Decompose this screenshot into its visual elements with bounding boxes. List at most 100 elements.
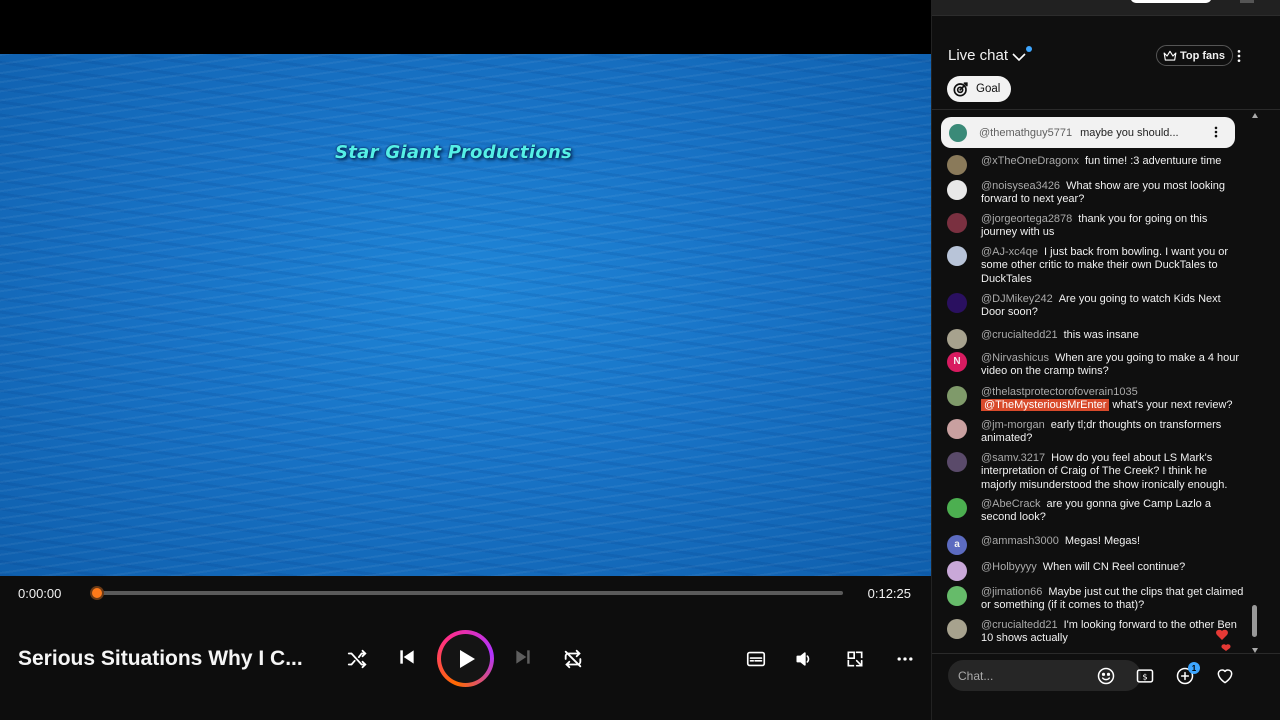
goal-icon <box>953 82 968 97</box>
avatar[interactable]: N <box>947 352 967 372</box>
player-more-button[interactable] <box>893 647 917 671</box>
page: Star Giant Productions 0:00:00 0:12:25 S… <box>0 0 1280 720</box>
chat-author[interactable]: @DJMikey242 <box>981 293 1053 305</box>
chat-author[interactable]: @jorgeortega2878 <box>981 213 1072 225</box>
avatar[interactable] <box>947 586 967 606</box>
progress-bar[interactable] <box>97 591 843 595</box>
goal-label: Goal <box>976 83 1001 95</box>
chat-author[interactable]: @jm-morgan <box>981 419 1045 431</box>
live-chat-panel: Live chat Top fans Goal @themathguy5771 … <box>931 0 1280 720</box>
avatar[interactable] <box>947 180 967 200</box>
heart-icon <box>1217 669 1233 684</box>
time-total: 0:12:25 <box>867 586 911 601</box>
chat-header[interactable]: Live chat <box>948 46 1033 64</box>
video-frame[interactable]: Star Giant Productions <box>0 54 931 576</box>
avatar[interactable] <box>947 386 967 406</box>
chat-author[interactable]: @crucialtedd21 <box>981 619 1058 631</box>
video-overlay-title: Star Giant Productions <box>335 142 573 163</box>
avatar[interactable] <box>947 213 967 233</box>
chat-author[interactable]: @AJ-xc4qe <box>981 246 1038 258</box>
avatar[interactable]: a <box>947 535 967 555</box>
shuffle-icon <box>347 649 367 669</box>
captions-icon <box>746 651 766 667</box>
pinned-message[interactable]: @themathguy5771 maybe you should... <box>941 117 1235 148</box>
chat-message[interactable]: @crucialtedd21 I'm looking forward to the… <box>947 619 1245 646</box>
scroll-thumb[interactable] <box>1252 605 1257 637</box>
avatar[interactable] <box>947 419 967 439</box>
avatar[interactable] <box>947 561 967 581</box>
avatar[interactable] <box>947 246 967 266</box>
avatar <box>949 123 967 142</box>
heart-reaction-icon <box>1216 629 1231 651</box>
volume-button[interactable] <box>792 647 816 671</box>
next-button[interactable] <box>511 645 535 669</box>
time-current: 0:00:00 <box>18 586 62 601</box>
svg-text:$: $ <box>1142 671 1147 681</box>
play-button[interactable] <box>437 630 494 687</box>
skip-next-icon <box>516 650 530 664</box>
chat-message[interactable]: N @Nirvashicus When are you going to make … <box>947 352 1245 379</box>
repeat-button[interactable] <box>561 647 585 671</box>
chat-scrollbar[interactable] <box>1250 113 1260 653</box>
chat-message[interactable]: @Holbyyyy When will CN Reel continue? <box>947 561 1245 581</box>
chevron-down-icon <box>1012 52 1026 61</box>
player-controls: 0:00:00 0:12:25 Serious Situations Why I… <box>0 576 931 720</box>
avatar[interactable] <box>947 452 967 472</box>
chat-message[interactable]: @xTheOneDragonx fun time! :3 adventuure t… <box>947 155 1245 175</box>
chat-message[interactable]: @thelastprotectorofoverain1035 @TheMyster… <box>947 386 1245 413</box>
chat-message[interactable]: a @ammash3000 Megas! Megas! <box>947 535 1245 555</box>
progress-handle[interactable] <box>90 586 104 600</box>
chat-more-button[interactable] <box>1229 45 1249 67</box>
chat-mention[interactable]: @TheMysteriousMrEnter <box>981 399 1110 412</box>
chat-author[interactable]: @xTheOneDragonx <box>981 155 1079 167</box>
chat-message-body: @Holbyyyy When will CN Reel continue? <box>981 561 1245 574</box>
pinned-more-button[interactable] <box>1209 125 1223 142</box>
chat-message[interactable]: @DJMikey242 Are you going to watch Kids N… <box>947 293 1245 320</box>
chat-message[interactable]: @AbeCrack are you gonna give Camp Lazlo a… <box>947 498 1245 525</box>
chat-author[interactable]: @Nirvashicus <box>981 352 1049 364</box>
notification-dot <box>1026 46 1033 52</box>
chat-message-body: @Nirvashicus When are you going to make a… <box>981 352 1245 379</box>
avatar[interactable] <box>947 498 967 518</box>
top-pill-button[interactable] <box>1130 0 1212 3</box>
avatar[interactable] <box>947 155 967 175</box>
chat-author[interactable]: @ammash3000 <box>981 535 1059 547</box>
shuffle-button[interactable] <box>345 647 369 671</box>
avatar[interactable] <box>947 329 967 349</box>
scroll-up-arrow[interactable] <box>1252 113 1258 118</box>
chat-footer-divider <box>932 653 1280 654</box>
top-fans-button[interactable]: Top fans <box>1156 45 1234 66</box>
chat-author[interactable]: @noisysea3426 <box>981 180 1060 192</box>
emoji-button[interactable] <box>1094 664 1118 688</box>
chat-message-body: @ammash3000 Megas! Megas! <box>981 535 1245 548</box>
chat-message-body: @jm-morgan early tl;dr thoughts on transf… <box>981 419 1245 446</box>
play-icon <box>459 649 475 668</box>
chat-message[interactable]: @noisysea3426 What show are you most look… <box>947 180 1245 207</box>
avatar[interactable] <box>947 619 967 639</box>
chat-message-body: @xTheOneDragonx fun time! :3 adventuure t… <box>981 155 1245 168</box>
chat-message[interactable]: @AJ-xc4qe I just back from bowling. I wan… <box>947 246 1245 286</box>
avatar[interactable] <box>947 293 967 313</box>
chat-message-list[interactable]: @xTheOneDragonx fun time! :3 adventuure t… <box>932 150 1252 650</box>
chat-author[interactable]: @samv.3217 <box>981 452 1045 464</box>
chat-author[interactable]: @jimation66 <box>981 586 1042 598</box>
chat-message[interactable]: @crucialtedd21 this was insane <box>947 329 1245 349</box>
like-button[interactable] <box>1213 664 1237 688</box>
chat-message-body: @crucialtedd21 I'm looking forward to the… <box>981 619 1245 646</box>
captions-button[interactable] <box>744 647 768 671</box>
previous-button[interactable] <box>395 645 419 669</box>
goal-chip[interactable]: Goal <box>947 76 1012 102</box>
chat-message[interactable]: @jorgeortega2878 thank you for going on t… <box>947 213 1245 240</box>
add-button[interactable]: 1 <box>1173 662 1200 688</box>
miniplayer-button[interactable] <box>843 647 867 671</box>
repeat-off-icon <box>564 649 582 669</box>
chat-author[interactable]: @crucialtedd21 <box>981 329 1058 341</box>
chat-author[interactable]: @AbeCrack <box>981 498 1040 510</box>
chat-author[interactable]: @Holbyyyy <box>981 561 1037 573</box>
super-chat-button[interactable]: $ <box>1133 664 1157 688</box>
chat-text: what's your next review? <box>1112 399 1233 412</box>
chat-author[interactable]: @thelastprotectorofoverain1035 <box>981 386 1138 398</box>
chat-message[interactable]: @samv.3217 How do you feel about LS Mark'… <box>947 452 1245 492</box>
chat-message[interactable]: @jm-morgan early tl;dr thoughts on transf… <box>947 419 1245 446</box>
chat-message[interactable]: @jimation66 Maybe just cut the clips that… <box>947 586 1245 613</box>
